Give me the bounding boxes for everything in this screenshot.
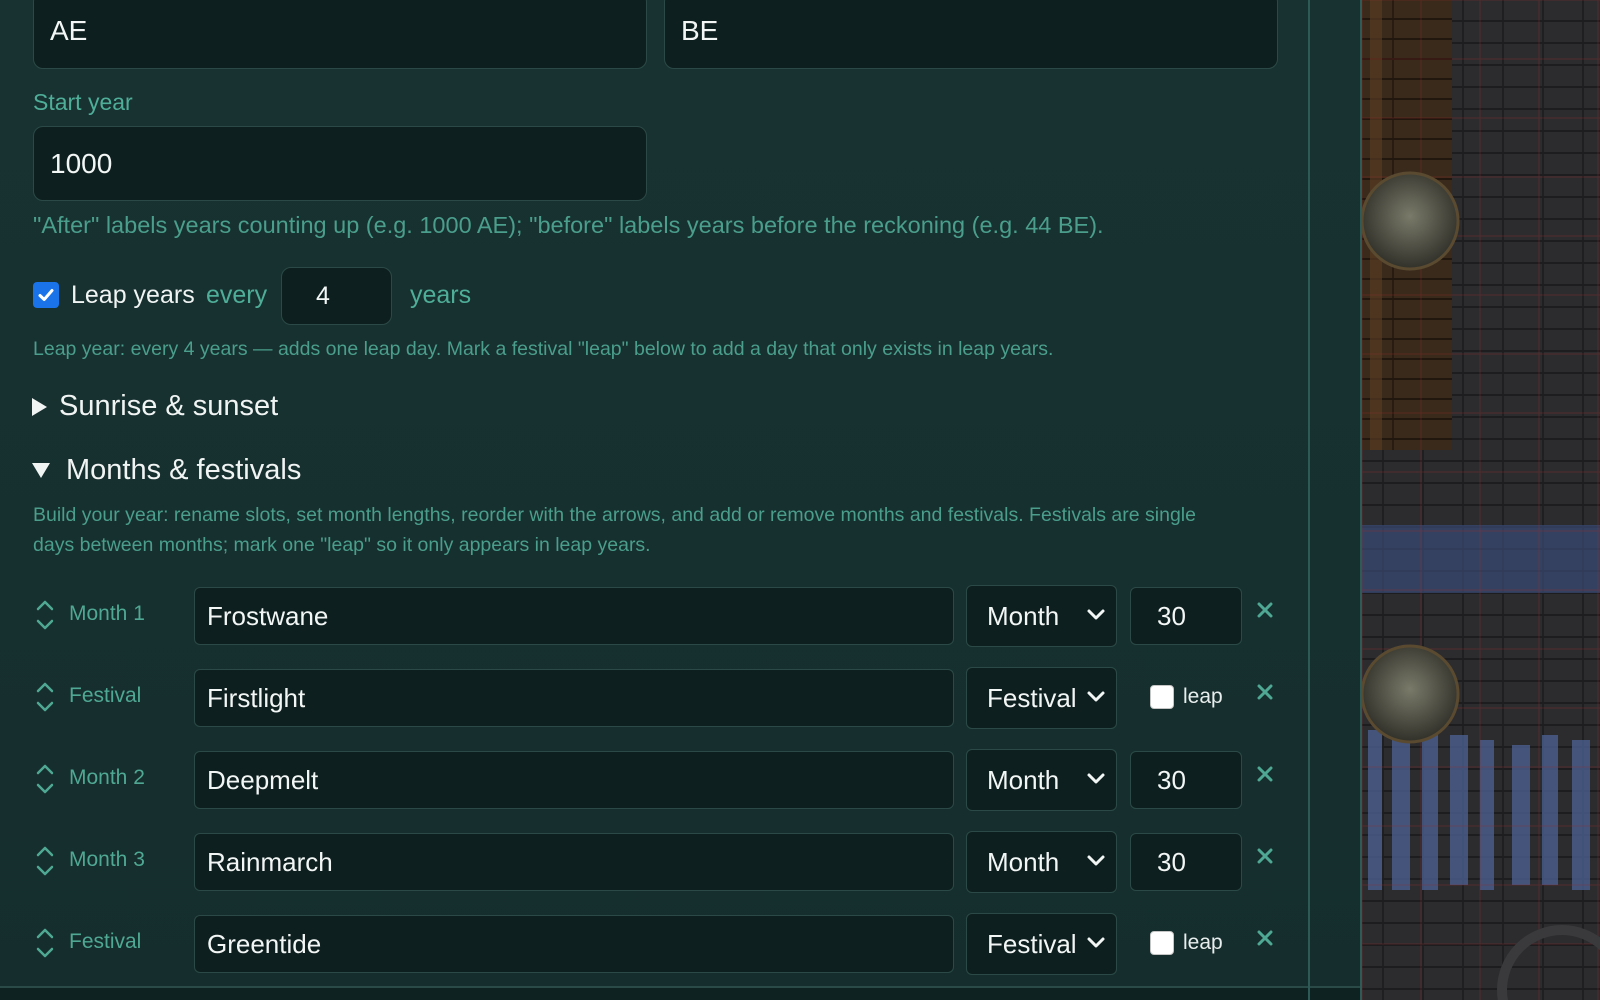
row-type-value: Festival [987,928,1077,959]
row-days-value: 30 [1157,846,1186,877]
reorder-icon[interactable] [36,843,54,879]
reorder-icon[interactable] [36,679,54,715]
row-name-value: Deepmelt [207,764,319,795]
era-hint: "After" labels years counting up (e.g. 1… [33,212,1104,238]
months-section-toggle[interactable]: Months & festivals [32,454,301,487]
reorder-icon[interactable] [36,597,54,633]
row-type-value: Month [987,846,1060,877]
close-icon[interactable] [1256,765,1274,783]
chevron-down-icon [1087,691,1105,702]
checkmark-icon [38,289,54,301]
era-before-input[interactable]: BE [664,0,1278,69]
row-name-input[interactable]: Greentide [194,915,954,973]
row-type-select[interactable]: Festival [966,667,1117,729]
caret-right-icon [32,397,47,416]
row-label: Month 3 [69,848,145,871]
months-hint-line-1: Build your year: rename slots, set month… [33,504,1196,526]
calendar-settings-panel: AE BE Start year 1000 "After" labels yea… [0,0,1362,1000]
row-leap-label: leap [1183,931,1223,954]
era-before-value: BE [681,14,719,46]
calendar-row: Month 3 Rainmarch Month 30 [0,829,1300,893]
close-icon[interactable] [1256,601,1274,619]
row-days-input[interactable]: 30 [1130,751,1242,809]
close-icon[interactable] [1256,929,1274,947]
leap-hint: Leap year: every 4 years — adds one leap… [33,338,1054,360]
close-icon[interactable] [1256,847,1274,865]
start-year-input[interactable]: 1000 [33,126,647,201]
panel-footer-edge [0,986,1360,1000]
calendar-row: Festival Firstlight Festival leap [0,665,1300,729]
chevron-down-icon [1087,937,1105,948]
row-days-value: 30 [1157,600,1186,631]
caret-down-icon [32,463,50,478]
leap-interval-input[interactable]: 4 [281,267,392,325]
sunrise-section-toggle[interactable]: Sunrise & sunset [32,390,278,423]
row-name-value: Rainmarch [207,846,333,877]
chevron-down-icon [1087,773,1105,784]
calendar-row: Month 2 Deepmelt Month 30 [0,747,1300,811]
row-type-value: Month [987,600,1060,631]
map-image [1362,0,1600,1000]
calendar-row: Festival Greentide Festival leap [0,911,1300,975]
row-type-select[interactable]: Month [966,585,1117,647]
row-name-input[interactable]: Firstlight [194,669,954,727]
months-section-title: Months & festivals [66,454,302,486]
row-type-select[interactable]: Month [966,749,1117,811]
row-name-value: Greentide [207,928,322,959]
era-after-value: AE [50,14,88,46]
row-leap-checkbox[interactable] [1150,931,1174,955]
sunrise-section-title: Sunrise & sunset [59,390,279,422]
months-hint-line-2: days between months; mark one "leap" so … [33,534,651,556]
row-days-input[interactable]: 30 [1130,833,1242,891]
reorder-icon[interactable] [36,761,54,797]
row-type-select[interactable]: Festival [966,913,1117,975]
row-type-value: Festival [987,682,1077,713]
start-year-label: Start year [33,89,133,115]
reorder-icon[interactable] [36,925,54,961]
row-name-input[interactable]: Rainmarch [194,833,954,891]
leap-interval-value: 4 [316,281,330,310]
row-label: Month 2 [69,766,145,789]
row-label: Festival [69,930,142,953]
chevron-down-icon [1087,855,1105,866]
row-name-input[interactable]: Frostwane [194,587,954,645]
row-days-input[interactable]: 30 [1130,587,1242,645]
row-type-select[interactable]: Month [966,831,1117,893]
row-name-input[interactable]: Deepmelt [194,751,954,809]
calendar-row: Month 1 Frostwane Month 30 [0,583,1300,647]
close-icon[interactable] [1256,683,1274,701]
era-after-input[interactable]: AE [33,0,647,69]
row-label: Month 1 [69,602,145,625]
leap-years-checkbox[interactable] [33,282,59,308]
leap-every-label: every [206,281,268,309]
row-days-value: 30 [1157,764,1186,795]
map-canvas[interactable] [1362,0,1600,1000]
row-name-value: Firstlight [207,682,306,713]
row-label: Festival [69,684,142,707]
row-name-value: Frostwane [207,600,329,631]
chevron-down-icon [1087,609,1105,620]
row-leap-label: leap [1183,685,1223,708]
leap-years-unit-label: years [410,281,472,309]
row-type-value: Month [987,764,1060,795]
row-leap-checkbox[interactable] [1150,685,1174,709]
start-year-value: 1000 [50,147,113,179]
leap-years-label: Leap years [71,281,195,309]
